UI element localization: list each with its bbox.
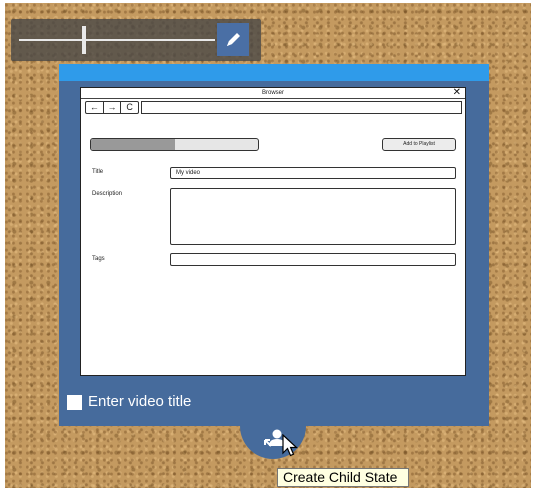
mockup-url-bar [141,101,462,114]
tooltip: Create Child State [277,468,409,487]
back-arrow-icon: ← [86,102,104,113]
mockup-add-to-playlist-button: Add to Playlist [382,138,456,151]
mockup-description-label: Description [92,191,123,197]
mockup-title-field: My video [170,167,456,179]
close-icon: ✕ [452,87,461,98]
mockup-title-label: Title [92,169,104,175]
zoom-slider-track[interactable] [19,39,215,41]
mockup-tags-field [170,253,456,266]
pencil-icon [227,32,240,46]
panel-header-bar[interactable] [59,64,489,81]
edit-button[interactable] [217,23,249,56]
mockup-tags-label: Tags [92,256,105,262]
video-title-checkbox-label[interactable]: Enter video title [88,393,191,411]
mockup-progress-bar [90,138,259,151]
mockup-description-field [170,188,456,245]
zoom-slider-thumb[interactable] [81,26,86,54]
refresh-icon: C [126,102,133,112]
mockup-progress-fill [91,139,175,150]
forward-arrow-icon: → [104,102,122,113]
zoom-toolbar [11,19,261,61]
video-title-checkbox[interactable] [67,395,82,410]
mockup-window-title: Browser [261,90,284,96]
browser-mockup[interactable]: Browser ✕ ← → C Add to Playlist Title My… [80,87,466,376]
mouse-cursor-icon [282,434,299,457]
mockup-nav-buttons: ← → C [85,101,139,114]
mockup-title-bar: Browser ✕ [81,87,465,99]
